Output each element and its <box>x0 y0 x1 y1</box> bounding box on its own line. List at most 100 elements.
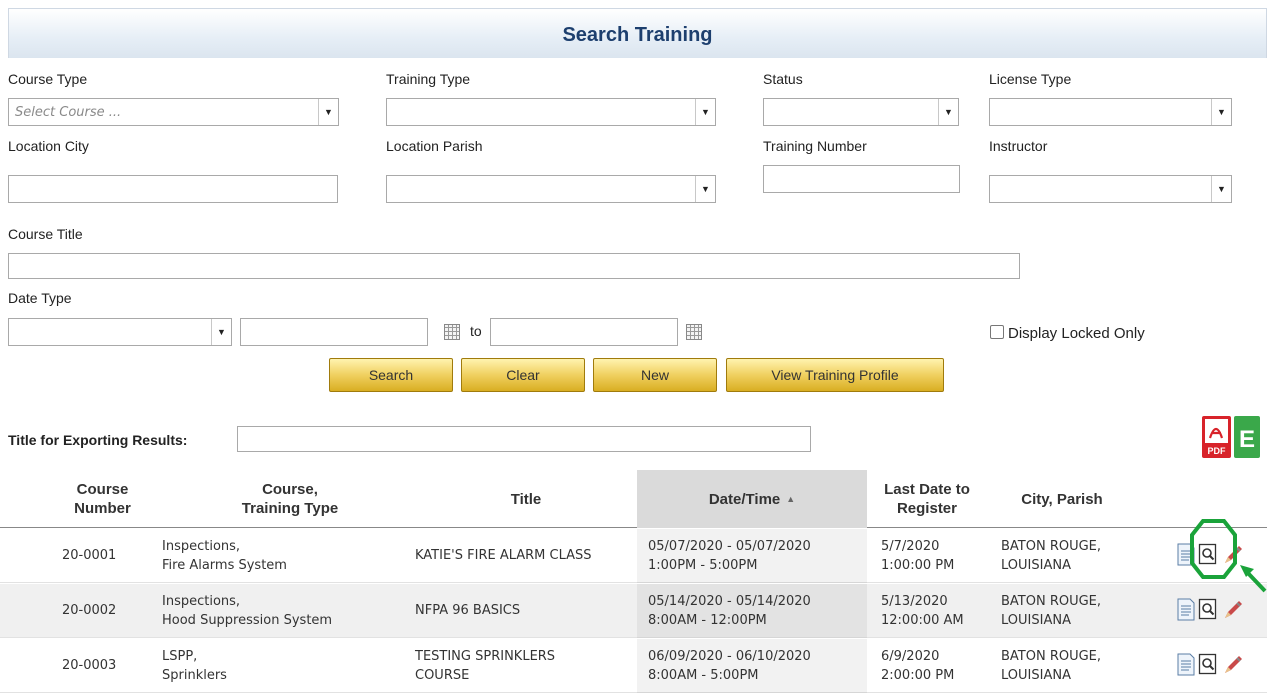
clear-button[interactable]: Clear <box>461 358 585 392</box>
cell-line: 05/07/2020 - 05/07/2020 <box>648 539 811 554</box>
date-to-input[interactable] <box>490 318 678 346</box>
svg-text:PDF: PDF <box>1208 446 1227 456</box>
col-date-time[interactable]: Date/Time ▲ <box>637 470 867 528</box>
cell-line: Hood Suppression System <box>162 613 333 628</box>
date-time-cell: 06/09/2020 - 06/10/2020 8:00AM - 5:00PM <box>648 647 811 685</box>
col-city-parish[interactable]: City, Parish <box>987 470 1137 528</box>
edit-pencil-icon[interactable] <box>1224 600 1243 619</box>
course-type-placeholder: Select Course ... <box>15 105 122 120</box>
course-type-select[interactable]: Select Course ... ▼ <box>8 98 339 126</box>
course-title-input[interactable] <box>8 253 1020 279</box>
instructor-label: Instructor <box>989 138 1048 154</box>
course-title-label: Course Title <box>8 226 83 242</box>
instructor-select[interactable]: ▼ <box>989 175 1232 203</box>
page-title: Search Training <box>8 8 1267 58</box>
course-type-cell: Inspections, Fire Alarms System <box>162 537 287 575</box>
pdf-icon-graphic: PDF <box>1205 419 1228 456</box>
cell-line: BATON ROUGE, <box>1001 594 1102 609</box>
col-course-number[interactable]: Course Number <box>40 470 165 528</box>
highlight-hexagon <box>1190 519 1237 579</box>
preview-icon[interactable] <box>1198 653 1217 675</box>
document-icon[interactable] <box>1177 598 1195 621</box>
status-label: Status <box>763 71 803 87</box>
chevron-down-icon: ▼ <box>1211 176 1231 202</box>
header-text: Course, <box>262 481 318 498</box>
last-date-cell: 5/7/2020 1:00:00 PM <box>881 537 954 575</box>
col-last-date[interactable]: Last Date to Register <box>867 470 987 528</box>
cell-line: NFPA 96 BASICS <box>415 603 521 618</box>
header-text: Title <box>510 490 542 508</box>
cell-line: TESTING SPRINKLERS <box>415 649 556 664</box>
header-text: Date/Time <box>708 490 781 508</box>
status-select[interactable]: ▼ <box>763 98 959 126</box>
location-parish-select[interactable]: ▼ <box>386 175 716 203</box>
training-type-select[interactable]: ▼ <box>386 98 716 126</box>
training-number-input[interactable] <box>763 165 960 193</box>
sort-ascending-icon: ▲ <box>786 493 796 504</box>
title-cell: NFPA 96 BASICS <box>415 601 520 620</box>
cell-line: 5/7/2020 <box>881 539 940 554</box>
location-city-input[interactable] <box>8 175 338 203</box>
city-parish-cell: BATON ROUGE, LOUISIANA <box>1001 647 1101 685</box>
cell-line: 1:00:00 PM <box>881 558 955 573</box>
new-button[interactable]: New <box>593 358 717 392</box>
course-number-cell: 20-0002 <box>62 603 117 618</box>
cell-line: 12:00:00 AM <box>881 613 964 628</box>
table-row: 20-0003 LSPP, Sprinklers TESTING SPRINKLE… <box>0 639 1267 693</box>
svg-text:E: E <box>1239 426 1255 453</box>
date-type-select[interactable]: ▼ <box>8 318 232 346</box>
location-parish-label: Location Parish <box>386 138 483 154</box>
header-text: City, Parish <box>1021 490 1103 508</box>
table-row: 20-0001 Inspections, Fire Alarms System K… <box>0 529 1267 583</box>
cell-line: Sprinklers <box>162 668 227 683</box>
col-title[interactable]: Title <box>415 470 637 528</box>
edit-pencil-icon[interactable] <box>1224 655 1243 674</box>
title-cell: KATIE'S FIRE ALARM CLASS <box>415 546 592 565</box>
cell-line: 05/14/2020 - 05/14/2020 <box>648 594 811 609</box>
location-city-label: Location City <box>8 138 89 154</box>
calendar-icon[interactable] <box>686 324 702 340</box>
cell-line: KATIE'S FIRE ALARM CLASS <box>415 548 592 563</box>
excel-icon[interactable]: E <box>1234 416 1260 458</box>
cell-line: 1:00PM - 5:00PM <box>648 558 758 573</box>
cell-line: LOUISIANA <box>1001 558 1071 573</box>
date-time-cell: 05/14/2020 - 05/14/2020 8:00AM - 12:00PM <box>648 592 811 630</box>
title-cell: TESTING SPRINKLERS COURSE <box>415 647 555 685</box>
cell-line: Fire Alarms System <box>162 558 287 573</box>
last-date-cell: 5/13/2020 12:00:00 AM <box>881 592 964 630</box>
header-text: Number <box>74 500 131 517</box>
calendar-icon[interactable] <box>444 324 460 340</box>
course-type-label: Course Type <box>8 71 88 87</box>
chevron-down-icon: ▼ <box>938 99 958 125</box>
cell-line: BATON ROUGE, <box>1001 649 1102 664</box>
results-table-header: Course Number Course, Training Type Title … <box>0 470 1267 528</box>
header-text: Training Type <box>241 500 339 517</box>
chevron-down-icon: ▼ <box>695 99 715 125</box>
chevron-down-icon: ▼ <box>695 176 715 202</box>
col-course-training-type[interactable]: Course, Training Type <box>165 470 415 528</box>
export-title-input[interactable] <box>237 426 811 452</box>
cell-line: COURSE <box>415 668 470 683</box>
preview-icon[interactable] <box>1198 598 1217 620</box>
chevron-down-icon: ▼ <box>318 99 338 125</box>
date-from-input[interactable] <box>240 318 428 346</box>
cell-line: 8:00AM - 5:00PM <box>648 668 759 683</box>
header-text: Register <box>896 500 957 517</box>
city-parish-cell: BATON ROUGE, LOUISIANA <box>1001 592 1101 630</box>
search-button[interactable]: Search <box>329 358 453 392</box>
view-training-profile-button[interactable]: View Training Profile <box>726 358 944 392</box>
date-time-cell: 05/07/2020 - 05/07/2020 1:00PM - 5:00PM <box>648 537 811 575</box>
document-icon[interactable] <box>1177 653 1195 676</box>
course-type-cell: LSPP, Sprinklers <box>162 647 227 685</box>
license-type-label: License Type <box>989 71 1072 87</box>
cell-line: Inspections, <box>162 594 241 609</box>
license-type-select[interactable]: ▼ <box>989 98 1232 126</box>
display-locked-checkbox[interactable] <box>990 325 1004 339</box>
highlight-annotation <box>1190 519 1267 593</box>
cell-line: LOUISIANA <box>1001 668 1071 683</box>
display-locked-label: Display Locked Only <box>1008 325 1145 342</box>
cell-line: LOUISIANA <box>1001 613 1071 628</box>
pdf-icon[interactable]: PDF <box>1202 416 1231 458</box>
date-to-label: to <box>470 323 482 339</box>
cell-line: Inspections, <box>162 539 241 554</box>
